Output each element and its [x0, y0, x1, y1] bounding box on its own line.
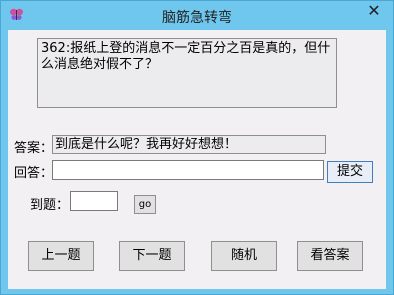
app-window: 脑筋急转弯 ✕ 362:报纸上登的消息不一定百分之百是真的，但什么消息绝对假不了…	[0, 0, 394, 295]
client-area: 362:报纸上登的消息不一定百分之百是真的，但什么消息绝对假不了？ 答案： 到底…	[8, 30, 386, 289]
answer-display: 到底是什么呢？我再好好想想！	[52, 135, 326, 154]
next-question-button[interactable]: 下一题	[119, 241, 185, 271]
goto-input[interactable]	[70, 191, 118, 211]
window-title: 脑筋急转弯	[162, 10, 232, 26]
reply-input[interactable]	[52, 160, 324, 180]
goto-label: 到题：	[30, 198, 70, 213]
close-icon: ✕	[367, 1, 381, 20]
question-text[interactable]: 362:报纸上登的消息不一定百分之百是真的，但什么消息绝对假不了？	[37, 38, 337, 108]
prev-question-button[interactable]: 上一题	[28, 241, 94, 271]
random-button[interactable]: 随机	[211, 241, 277, 271]
answer-label: 答案：	[14, 141, 54, 156]
reply-label: 回答：	[14, 166, 54, 181]
title-bar[interactable]: 脑筋急转弯 ✕	[1, 1, 393, 31]
show-answer-button[interactable]: 看答案	[297, 241, 363, 271]
submit-button[interactable]: 提交	[327, 161, 373, 183]
go-button[interactable]: go	[134, 195, 156, 214]
close-button[interactable]: ✕	[361, 2, 387, 20]
